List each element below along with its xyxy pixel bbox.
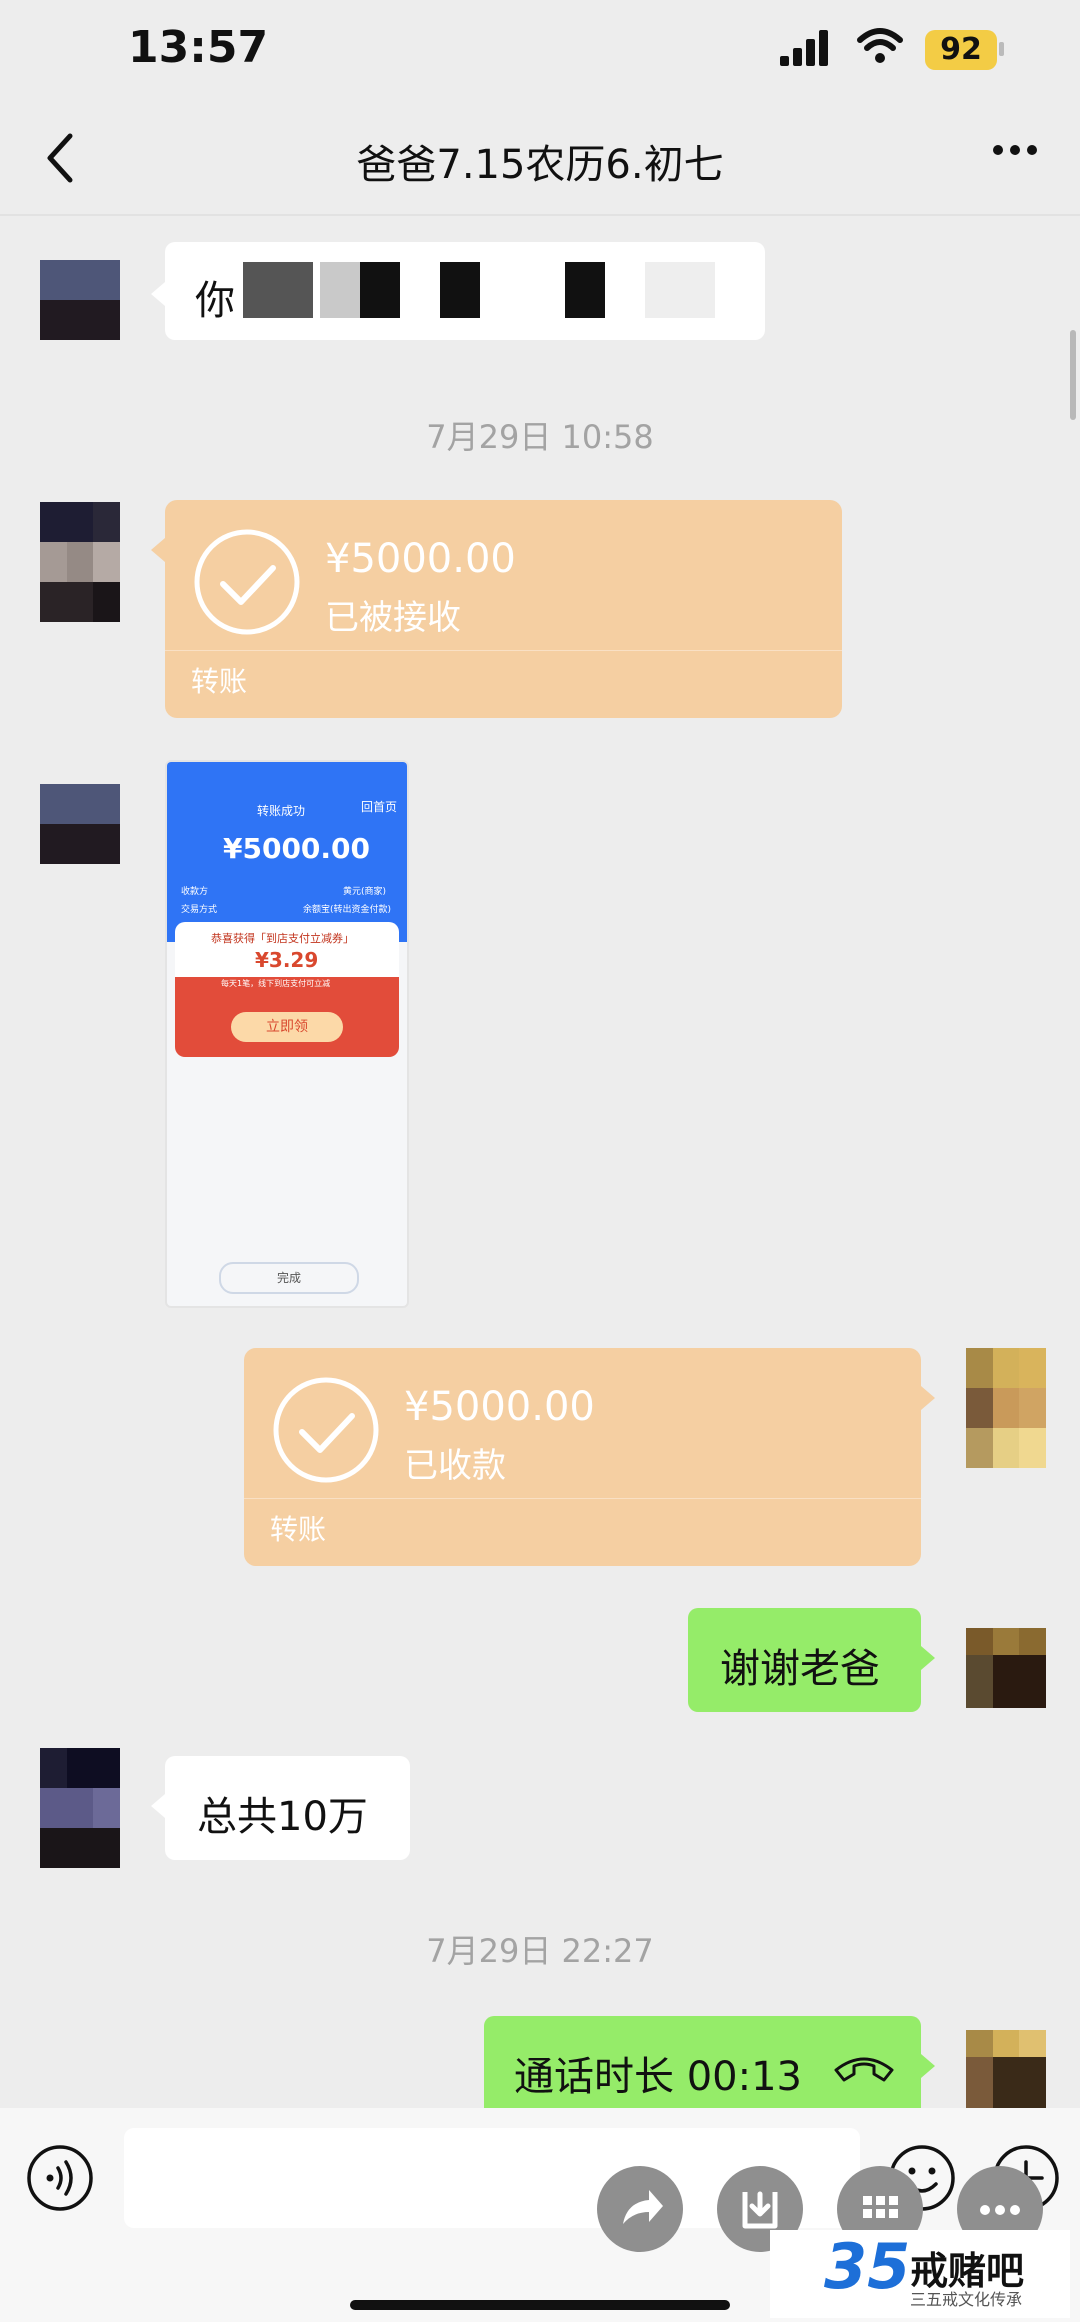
redaction-block [320, 262, 360, 318]
call-bubble[interactable]: 通话时长 00:13 [484, 2016, 921, 2120]
text-bubble-received[interactable]: 你 [165, 242, 765, 340]
card-divider [244, 1498, 921, 1499]
transfer-status: 已被接收 [325, 598, 461, 638]
watermark-logo: 35 [824, 2230, 911, 2303]
done-button: 完成 [219, 1262, 359, 1294]
redaction-block [360, 262, 400, 318]
forward-button[interactable] [597, 2166, 683, 2252]
avatar-dad[interactable] [40, 502, 120, 622]
transfer-card-sent[interactable]: ¥5000.00 已收款 转账 [244, 1348, 921, 1566]
watermark-subtitle: 三五戒文化传承 [910, 2290, 1023, 2309]
card-divider [165, 650, 842, 651]
avatar-dad[interactable] [40, 260, 120, 340]
message-text: 总共10万 [197, 1794, 368, 1840]
avatar-dad[interactable] [40, 784, 120, 864]
battery-tip [999, 42, 1004, 56]
timestamp: 7月29日 10:58 [426, 418, 654, 456]
bubble-tail [921, 1646, 935, 1670]
redaction-block [565, 262, 605, 318]
coupon-value: ¥3.29 [255, 948, 319, 972]
battery-indicator: 92 [925, 30, 997, 70]
redaction-block [440, 262, 480, 318]
call-duration: 通话时长 00:13 [514, 2054, 802, 2100]
more-options-icon[interactable] [990, 135, 1040, 165]
coupon-title: 恭喜获得「到店支付立减券」 [211, 932, 354, 945]
status-time: 13:57 [128, 22, 269, 73]
bubble-tail [921, 1386, 935, 1410]
voice-input-icon[interactable] [26, 2144, 94, 2212]
screenshot-row-value: 黄元(商家) [343, 887, 387, 897]
text-bubble-sent[interactable]: 谢谢老爸 [688, 1608, 921, 1712]
text-bubble-received[interactable]: 总共10万 [165, 1756, 410, 1860]
cellular-signal-icon [780, 30, 828, 66]
avatar-me[interactable] [966, 1348, 1046, 1468]
transfer-status: 已收款 [404, 1446, 506, 1486]
payment-screenshot-image[interactable]: 转账成功 回首页 ¥5000.00 收款方 黄元(商家) 交易方式 余额宝(转出… [165, 760, 409, 1308]
header-divider [0, 214, 1080, 216]
bubble-tail [151, 282, 165, 306]
bubble-tail [151, 1794, 165, 1818]
transfer-amount: ¥5000.00 [325, 536, 516, 582]
avatar-me[interactable] [966, 1628, 1046, 1708]
screenshot-back-home: 回首页 [361, 800, 398, 814]
message-text: 你 [195, 278, 235, 324]
phone-hangup-icon [834, 2057, 894, 2082]
home-indicator [350, 2300, 730, 2310]
redaction-block [645, 262, 715, 318]
scrollbar-thumb[interactable] [1070, 330, 1076, 420]
message-text: 谢谢老爸 [720, 1646, 880, 1692]
screenshot-row-label: 收款方 [181, 887, 209, 897]
avatar-dad[interactable] [40, 1748, 120, 1868]
transfer-amount: ¥5000.00 [404, 1384, 595, 1430]
check-circle-icon [194, 529, 300, 635]
forward-icon [623, 2190, 663, 2224]
redaction-block [243, 262, 313, 318]
avatar-me[interactable] [966, 2030, 1046, 2110]
bubble-tail [151, 538, 165, 562]
chat-title: 爸爸7.15农历6.初七 [356, 142, 724, 188]
coupon-desc: 每天1笔，线下到店支付可立减 [221, 979, 331, 988]
wifi-icon [857, 28, 903, 63]
screenshot-row-value: 余额宝(转出资金付款) [303, 905, 392, 915]
bubble-tail [921, 2054, 935, 2078]
screenshot-status: 转账成功 [257, 804, 306, 818]
screenshot-amount: ¥5000.00 [223, 832, 371, 865]
screenshot-row-label: 交易方式 [181, 905, 218, 915]
timestamp: 7月29日 22:27 [426, 1932, 654, 1970]
transfer-label: 转账 [270, 1513, 327, 1546]
transfer-card-received[interactable]: ¥5000.00 已被接收 转账 [165, 500, 842, 718]
claim-button: 立即领 [231, 1012, 343, 1042]
check-circle-icon [273, 1377, 379, 1483]
transfer-label: 转账 [191, 665, 248, 698]
